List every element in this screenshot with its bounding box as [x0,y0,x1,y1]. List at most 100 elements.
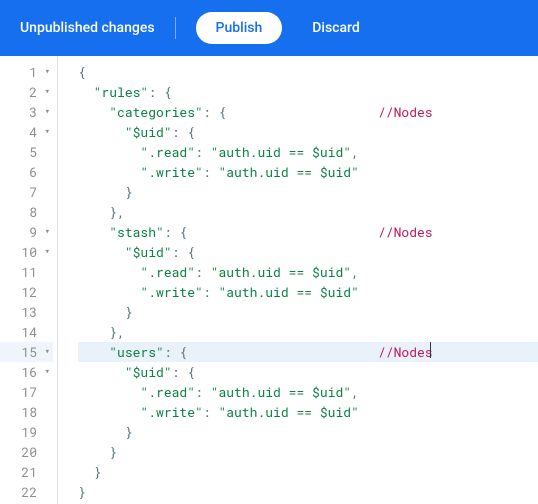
token-key: "categories" [109,103,203,121]
token-str: "auth.uid == $uid" [211,263,351,281]
discard-button[interactable]: Discard [300,12,371,44]
line-number: 10 [0,242,53,262]
token-punc: : { [164,223,187,241]
token-str: "auth.uid == $uid" [218,283,358,301]
token-punc: }, [109,323,125,341]
code-line[interactable]: "users": { //Nodes [78,342,538,362]
token-key: "$uid" [125,123,172,141]
token-punc: : [203,283,219,301]
line-number: 14 [0,322,53,342]
line-number: 6 [0,162,53,182]
code-line[interactable]: } [78,442,538,462]
token-punc: } [125,303,133,321]
code-line[interactable]: "categories": { //Nodes [78,102,538,122]
token-punc: , [351,383,359,401]
code-line[interactable]: }, [78,202,538,222]
token-str: "auth.uid == $uid" [218,163,358,181]
code-line[interactable]: ".read": "auth.uid == $uid", [78,382,538,402]
code-line[interactable]: } [78,302,538,322]
token-punc: : [203,403,219,421]
code-line[interactable]: "stash": { //Nodes [78,222,538,242]
publish-button[interactable]: Publish [196,12,283,44]
token-key: ".write" [140,403,202,421]
line-number: 12 [0,282,53,302]
line-number: 2 [0,82,53,102]
code-line[interactable]: ".read": "auth.uid == $uid", [78,262,538,282]
line-number: 8 [0,202,53,222]
token-punc: : [195,383,211,401]
line-number: 9 [0,222,53,242]
line-number: 5 [0,142,53,162]
line-number: 4 [0,122,53,142]
token-punc: , [351,263,359,281]
token-punc: : { [148,83,171,101]
line-number: 19 [0,422,53,442]
token-punc: } [94,463,102,481]
token-punc: : { [172,123,195,141]
code-line[interactable]: } [78,182,538,202]
line-number: 1 [0,62,53,82]
token-key: ".read" [140,263,195,281]
line-number: 16 [0,362,53,382]
token-punc: : { [164,343,187,361]
line-number: 18 [0,402,53,422]
line-number: 3 [0,102,53,122]
comment: //Nodes [378,342,433,362]
token-str: "auth.uid == $uid" [218,403,358,421]
toolbar-divider [175,17,176,39]
line-number: 17 [0,382,53,402]
code-line[interactable]: ".write": "auth.uid == $uid" [78,282,538,302]
token-punc: } [125,183,133,201]
token-key: "$uid" [125,363,172,381]
code-line[interactable]: ".read": "auth.uid == $uid", [78,142,538,162]
token-punc: : { [172,243,195,261]
token-punc: , [351,143,359,161]
code-line[interactable]: ".write": "auth.uid == $uid" [78,162,538,182]
token-str: "auth.uid == $uid" [211,143,351,161]
line-number: 15 [0,342,53,362]
code-line[interactable]: "$uid": { [78,242,538,262]
token-punc: { [78,63,86,81]
token-punc: : { [203,103,226,121]
token-punc: : { [172,363,195,381]
code-line[interactable]: } [78,462,538,482]
line-number: 22 [0,482,53,502]
code-line[interactable]: "rules": { [78,82,538,102]
token-punc: }, [109,203,125,221]
token-punc: } [125,423,133,441]
line-number: 7 [0,182,53,202]
line-number: 13 [0,302,53,322]
token-key: "users" [109,343,164,361]
comment: //Nodes [378,102,433,122]
token-key: "rules" [94,83,149,101]
code-area[interactable]: { "rules": { "categories": {//Nodes "$ui… [58,56,538,504]
token-key: "$uid" [125,243,172,261]
token-key: ".read" [140,143,195,161]
token-key: ".read" [140,383,195,401]
token-punc: : [195,263,211,281]
token-key: ".write" [140,283,202,301]
token-key: "stash" [109,223,164,241]
token-punc: : [203,163,219,181]
token-str: "auth.uid == $uid" [211,383,351,401]
line-number-gutter: 12345678910111213141516171819202122 [0,56,58,504]
line-number: 20 [0,442,53,462]
toolbar: Unpublished changes Publish Discard [0,0,538,56]
line-number: 21 [0,462,53,482]
unpublished-changes-label: Unpublished changes [20,20,155,36]
token-punc: : [195,143,211,161]
code-line[interactable]: { [78,62,538,82]
token-key: ".write" [140,163,202,181]
code-line[interactable]: "$uid": { [78,362,538,382]
line-number: 11 [0,262,53,282]
code-line[interactable]: }, [78,322,538,342]
token-punc: } [78,483,86,501]
token-punc: } [109,443,117,461]
code-line[interactable]: } [78,482,538,502]
code-line[interactable]: } [78,422,538,442]
code-editor[interactable]: 12345678910111213141516171819202122 { "r… [0,56,538,504]
text-cursor [430,342,431,358]
comment: //Nodes [378,222,433,242]
code-line[interactable]: ".write": "auth.uid == $uid" [78,402,538,422]
code-line[interactable]: "$uid": { [78,122,538,142]
